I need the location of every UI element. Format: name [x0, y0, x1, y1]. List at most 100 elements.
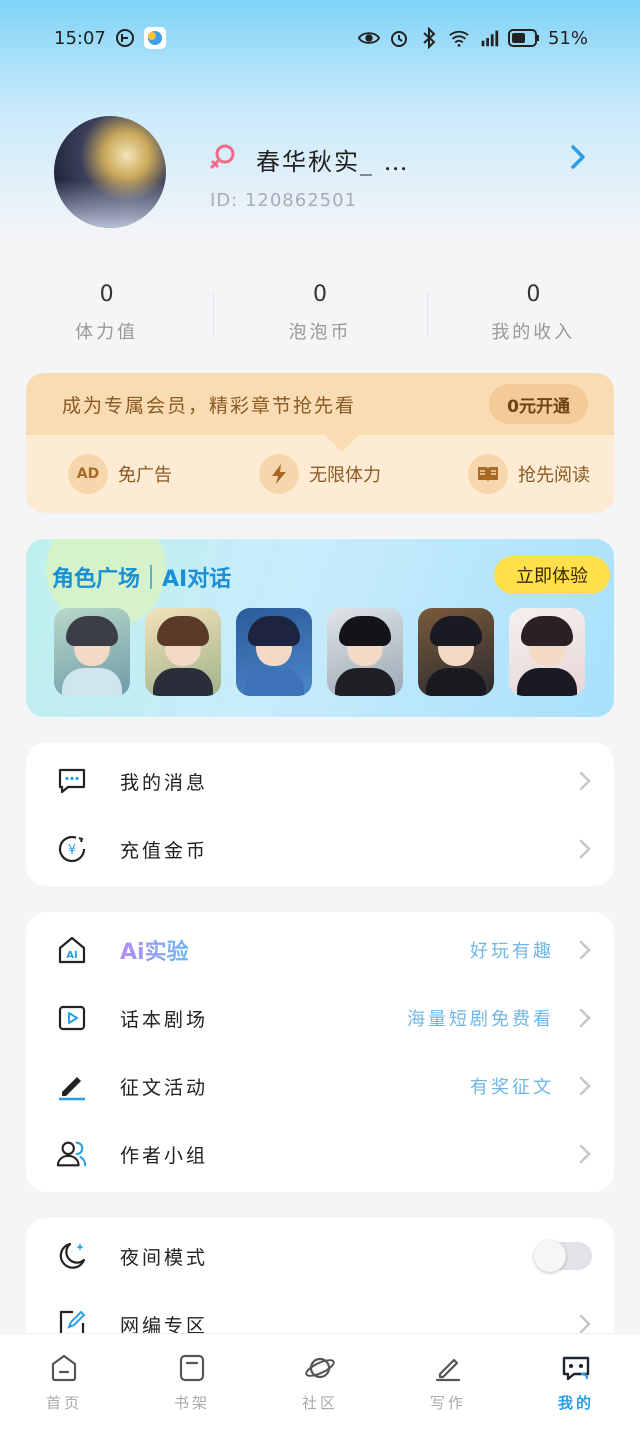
menu-label: 话本剧场 — [120, 1008, 209, 1031]
status-bar: 15:07 51% — [0, 20, 640, 56]
wifi-icon — [448, 27, 470, 49]
stat-stamina[interactable]: 0 体力值 — [0, 282, 213, 352]
nav-label: 社区 — [301, 1394, 338, 1412]
eye-icon — [357, 27, 380, 49]
nav-label: 我的 — [557, 1394, 594, 1412]
vip-title: 成为专属会员，精彩章节抢先看 — [62, 394, 357, 417]
username[interactable]: 春华秋实_ … — [256, 142, 410, 177]
menu-label: 我的消息 — [120, 771, 209, 794]
menu-subtitle: 好玩有趣 — [470, 941, 554, 962]
menu-item-story-theater[interactable]: 话本剧场 海量短剧免费看 — [26, 984, 614, 1052]
nav-label: 书架 — [173, 1394, 210, 1412]
menu-label: Ai实验 — [120, 934, 189, 966]
character-avatar[interactable] — [145, 608, 221, 696]
bluetooth-icon — [418, 27, 440, 49]
vip-perks: AD 免广告 无限体力 抢先阅读 — [26, 435, 614, 513]
perk-early-reading: 抢先阅读 — [468, 454, 590, 494]
menu-item-recharge-coins[interactable]: ¥ 充值金币 — [26, 815, 614, 883]
yuan-coin-icon: ¥ — [56, 833, 88, 865]
night-mode-toggle[interactable] — [534, 1240, 592, 1272]
character-avatar[interactable] — [54, 608, 130, 696]
video-play-icon — [56, 1002, 88, 1034]
ai-title-character-plaza: 角色广场 — [52, 567, 141, 592]
nav-mine[interactable]: 我的 — [512, 1334, 640, 1429]
menu-item-ai-lab[interactable]: AI Ai实验 好玩有趣 — [26, 916, 614, 984]
perk-unlimited-stamina: 无限体力 — [259, 454, 381, 494]
menu-item-night-mode[interactable]: 夜间模式 — [26, 1222, 614, 1290]
menu-card-account: 我的消息 ¥ 充值金币 — [26, 743, 614, 886]
ad-icon: AD — [68, 454, 108, 494]
message-icon — [56, 765, 88, 797]
stat-label: 体力值 — [75, 322, 139, 343]
character-avatars — [54, 608, 585, 696]
vip-open-button[interactable]: 0元开通 — [489, 384, 588, 424]
avatar[interactable] — [54, 116, 166, 228]
nav-label: 写作 — [429, 1394, 466, 1412]
stat-bubble-coins[interactable]: 0 泡泡币 — [213, 282, 426, 352]
book-icon — [468, 454, 508, 494]
cellular-4g-icon — [478, 27, 500, 49]
chevron-right-icon — [578, 770, 592, 792]
stats-row: 0 体力值 0 泡泡币 0 我的收入 — [0, 282, 640, 352]
planet-icon — [304, 1352, 336, 1384]
perk-label: 抢先阅读 — [518, 465, 590, 486]
vip-card[interactable]: 成为专属会员，精彩章节抢先看 0元开通 AD 免广告 无限体力 抢先阅读 — [26, 373, 614, 513]
character-avatar[interactable] — [509, 608, 585, 696]
nav-label: 首页 — [45, 1394, 82, 1412]
chevron-right-icon — [578, 838, 592, 860]
stat-income[interactable]: 0 我的收入 — [426, 282, 640, 352]
character-avatar[interactable] — [236, 608, 312, 696]
ai-home-icon: AI — [56, 934, 88, 966]
menu-item-essay-contest[interactable]: 征文活动 有奖征文 — [26, 1052, 614, 1120]
user-group-icon — [56, 1138, 88, 1170]
menu-item-my-messages[interactable]: 我的消息 — [26, 747, 614, 815]
battery-percentage: 51% — [547, 27, 588, 49]
stat-value: 0 — [312, 282, 327, 307]
character-avatar[interactable] — [418, 608, 494, 696]
nav-community[interactable]: 社区 — [256, 1334, 384, 1429]
nav-write[interactable]: 写作 — [384, 1334, 512, 1429]
try-now-button[interactable]: 立即体验 — [494, 556, 610, 594]
nav-home[interactable]: 首页 — [0, 1334, 128, 1429]
battery-icon — [507, 27, 540, 49]
lightning-icon — [259, 454, 299, 494]
user-id: ID: 120862501 — [210, 190, 358, 211]
svg-text:AI: AI — [66, 950, 77, 961]
menu-label: 征文活动 — [120, 1076, 209, 1099]
female-symbol-icon — [206, 142, 238, 174]
stat-label: 我的收入 — [491, 322, 576, 343]
ai-character-banner[interactable]: 角色广场 AI对话 立即体验 — [26, 539, 614, 717]
menu-item-author-group[interactable]: 作者小组 — [26, 1120, 614, 1188]
status-time: 15:07 — [54, 27, 106, 49]
home-icon — [48, 1352, 80, 1384]
menu-card-features: AI Ai实验 好玩有趣 话本剧场 海量短剧免费看 征文活动 有奖征文 作者小组 — [26, 912, 614, 1192]
chevron-right-icon — [578, 1143, 592, 1165]
moon-icon — [56, 1240, 88, 1272]
app-badge-icon — [143, 27, 166, 49]
bookshelf-icon — [176, 1352, 208, 1384]
pen-icon — [432, 1352, 464, 1384]
stat-value: 0 — [99, 282, 114, 307]
perk-no-ads: AD 免广告 — [68, 454, 172, 494]
chat-bubble-icon — [560, 1352, 592, 1384]
chevron-right-icon — [578, 1007, 592, 1029]
stat-label: 泡泡币 — [288, 322, 352, 343]
ai-banner-title: 角色广场 AI对话 — [52, 561, 231, 593]
perk-label: 无限体力 — [309, 465, 381, 486]
menu-subtitle: 海量短剧免费看 — [407, 1009, 554, 1030]
svg-text:¥: ¥ — [68, 843, 76, 858]
menu-subtitle: 有奖征文 — [470, 1077, 554, 1098]
alarm-icon — [388, 27, 410, 49]
chevron-right-icon[interactable] — [566, 143, 590, 171]
nav-bookshelf[interactable]: 书架 — [128, 1334, 256, 1429]
chevron-right-icon — [578, 1075, 592, 1097]
perk-label: 免广告 — [118, 465, 172, 486]
chevron-right-icon — [578, 1313, 592, 1335]
chevron-right-icon — [578, 939, 592, 961]
stat-value: 0 — [526, 282, 541, 307]
notification-icon — [114, 27, 136, 49]
character-avatar[interactable] — [327, 608, 403, 696]
vip-header: 成为专属会员，精彩章节抢先看 0元开通 — [26, 373, 614, 435]
menu-label: 夜间模式 — [120, 1246, 209, 1269]
ai-title-ai-chat: AI对话 — [162, 567, 232, 592]
